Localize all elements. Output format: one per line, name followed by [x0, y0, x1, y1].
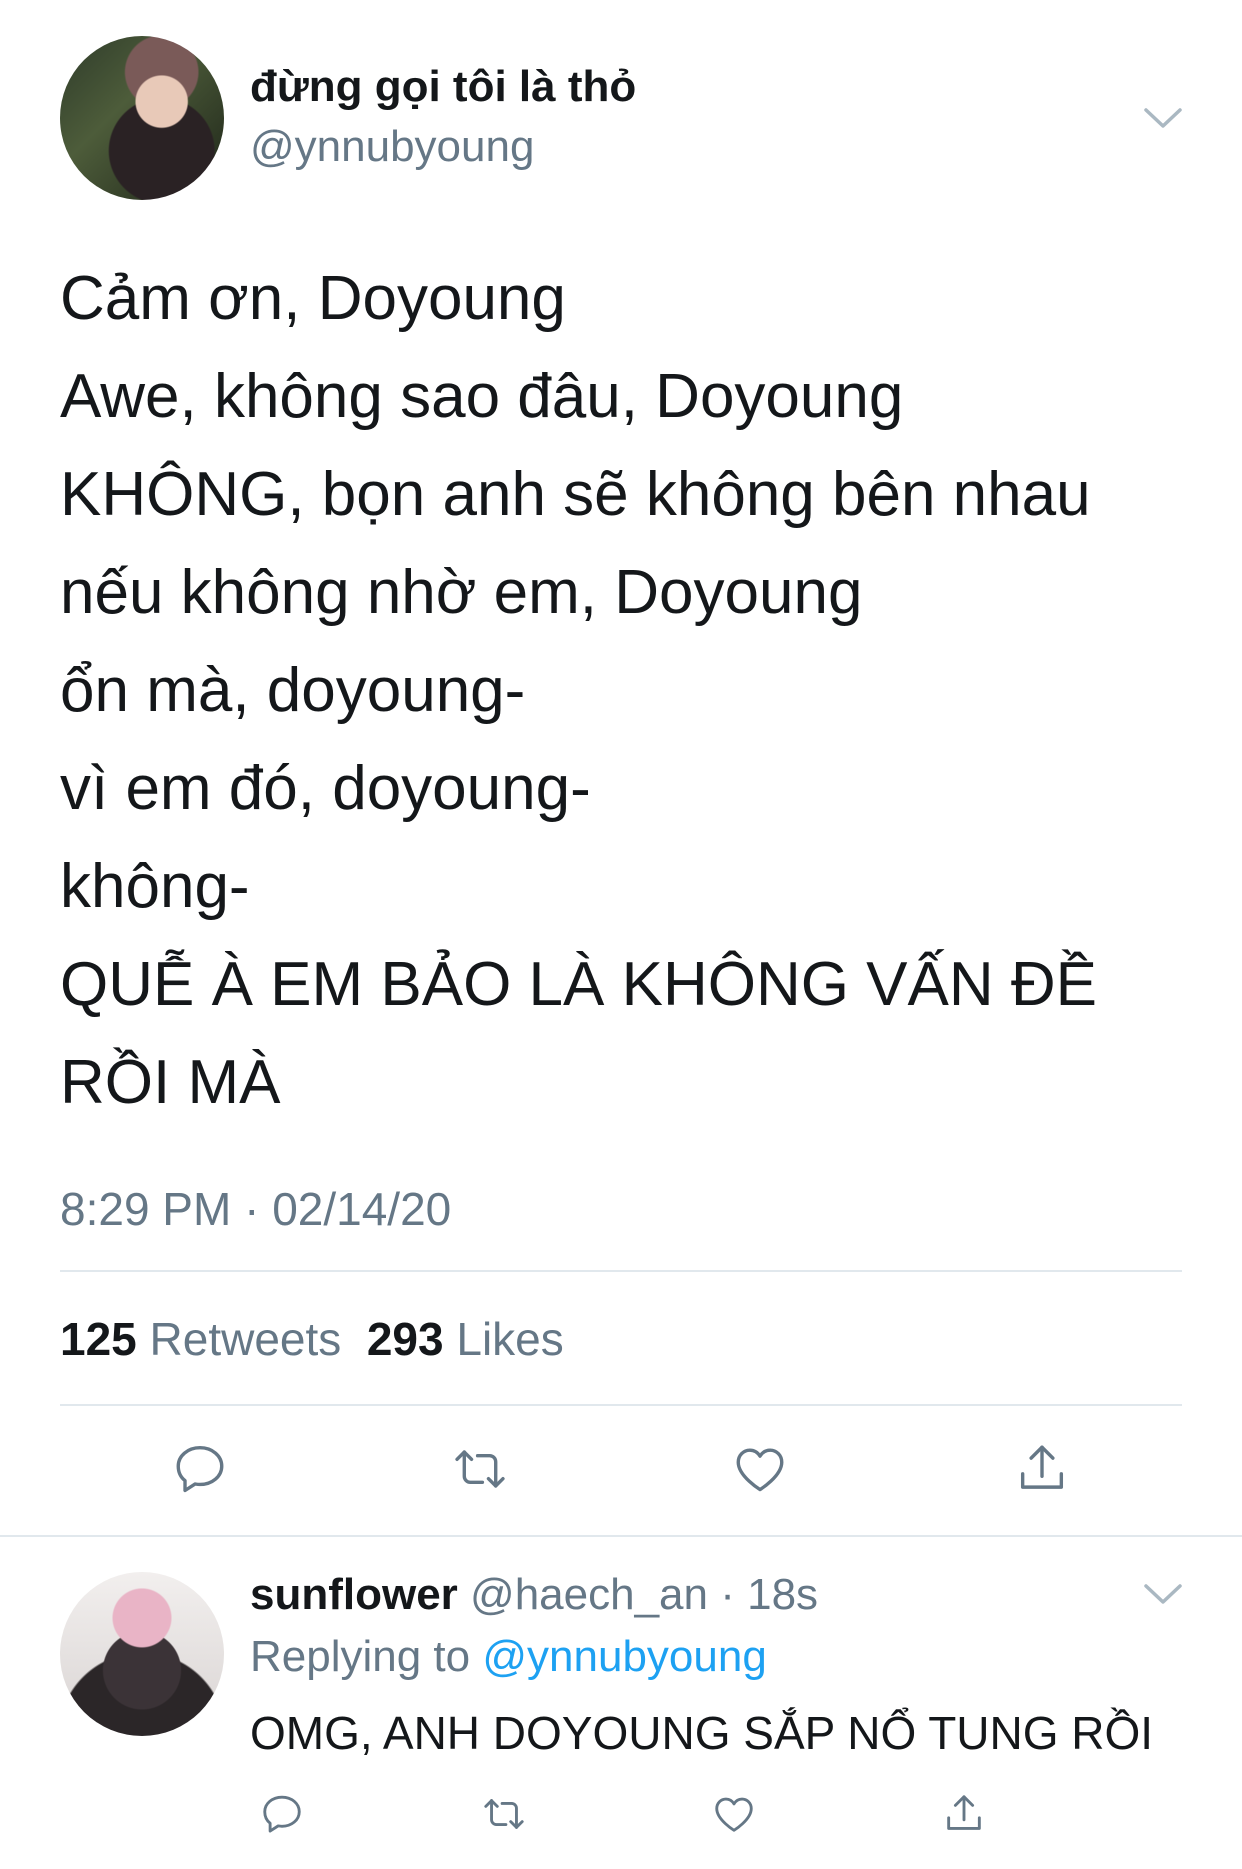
share-button[interactable]	[1002, 1434, 1082, 1504]
reply-author-display-name[interactable]: sunflower	[250, 1570, 458, 1619]
like-icon	[715, 1797, 753, 1832]
reply-header: sunflower @haech_an · 18s	[250, 1570, 818, 1620]
reply-text: OMG, ANH DOYOUNG SẮP NỔ TUNG RỒI	[250, 1707, 1154, 1759]
share-icon	[947, 1795, 981, 1830]
reply-share-button[interactable]	[934, 1786, 994, 1842]
tweet-line: Cảm ơn, Doyoung	[60, 264, 566, 333]
chevron-down-icon[interactable]	[1143, 106, 1183, 130]
reply-icon	[263, 1795, 301, 1833]
replying-prefix: Replying to	[250, 1632, 471, 1681]
retweets-label: Retweets	[149, 1313, 342, 1365]
author-avatar[interactable]	[60, 36, 224, 200]
reply-author-meta: @haech_an · 18s	[470, 1570, 819, 1619]
replying-to: Replying to @ynnubyoung	[250, 1632, 767, 1682]
divider	[60, 1404, 1182, 1406]
tweet-line: RỒI MÀ	[60, 1048, 281, 1117]
author-handle[interactable]: @ynnubyoung	[250, 122, 534, 172]
likes-stat[interactable]: 293 Likes	[367, 1313, 564, 1365]
tweet-line: ổn mà, doyoung-	[60, 656, 526, 725]
like-button[interactable]	[720, 1434, 800, 1504]
tweet-line: không-	[60, 852, 250, 921]
share-icon	[1020, 1445, 1064, 1489]
like-icon	[736, 1448, 784, 1492]
reply-icon	[176, 1446, 224, 1493]
divider	[60, 1270, 1182, 1272]
tweet-line: vì em đó, doyoung-	[60, 754, 591, 823]
reply-reply-button[interactable]	[252, 1786, 312, 1842]
likes-label: Likes	[456, 1313, 564, 1365]
retweet-icon	[484, 1799, 524, 1829]
retweet-icon	[455, 1450, 505, 1488]
tweet-line: KHÔNG, bọn anh sẽ không bên nhau	[60, 460, 1091, 529]
replying-handle-link[interactable]: @ynnubyoung	[482, 1632, 766, 1681]
chevron-down-icon[interactable]	[1143, 1582, 1183, 1606]
tweet-timestamp[interactable]: 8:29 PM · 02/14/20	[60, 1182, 451, 1236]
retweet-button[interactable]	[440, 1434, 520, 1504]
author-display-name[interactable]: đừng gọi tôi là thỏ	[250, 62, 636, 112]
reply-retweet-button[interactable]	[474, 1786, 534, 1842]
reply-like-button[interactable]	[704, 1786, 764, 1842]
tweet-text: Cảm ơn, Doyoung Awe, không sao đâu, Doyo…	[60, 250, 1097, 1132]
tweet-line: nếu không nhờ em, Doyoung	[60, 558, 863, 627]
likes-count: 293	[366, 1313, 444, 1365]
tweet-line: Awe, không sao đâu, Doyoung	[60, 362, 904, 431]
tweet-line: QUỄ À EM BẢO LÀ KHÔNG VẤN ĐỀ	[60, 950, 1098, 1019]
retweets-stat[interactable]: 125 Retweets	[60, 1313, 341, 1365]
retweets-count: 125	[60, 1313, 137, 1365]
reply-button[interactable]	[160, 1434, 240, 1504]
section-divider	[0, 1535, 1242, 1537]
tweet-stats: 125 Retweets 293 Likes	[60, 1312, 564, 1366]
reply-author-avatar[interactable]	[60, 1572, 224, 1736]
